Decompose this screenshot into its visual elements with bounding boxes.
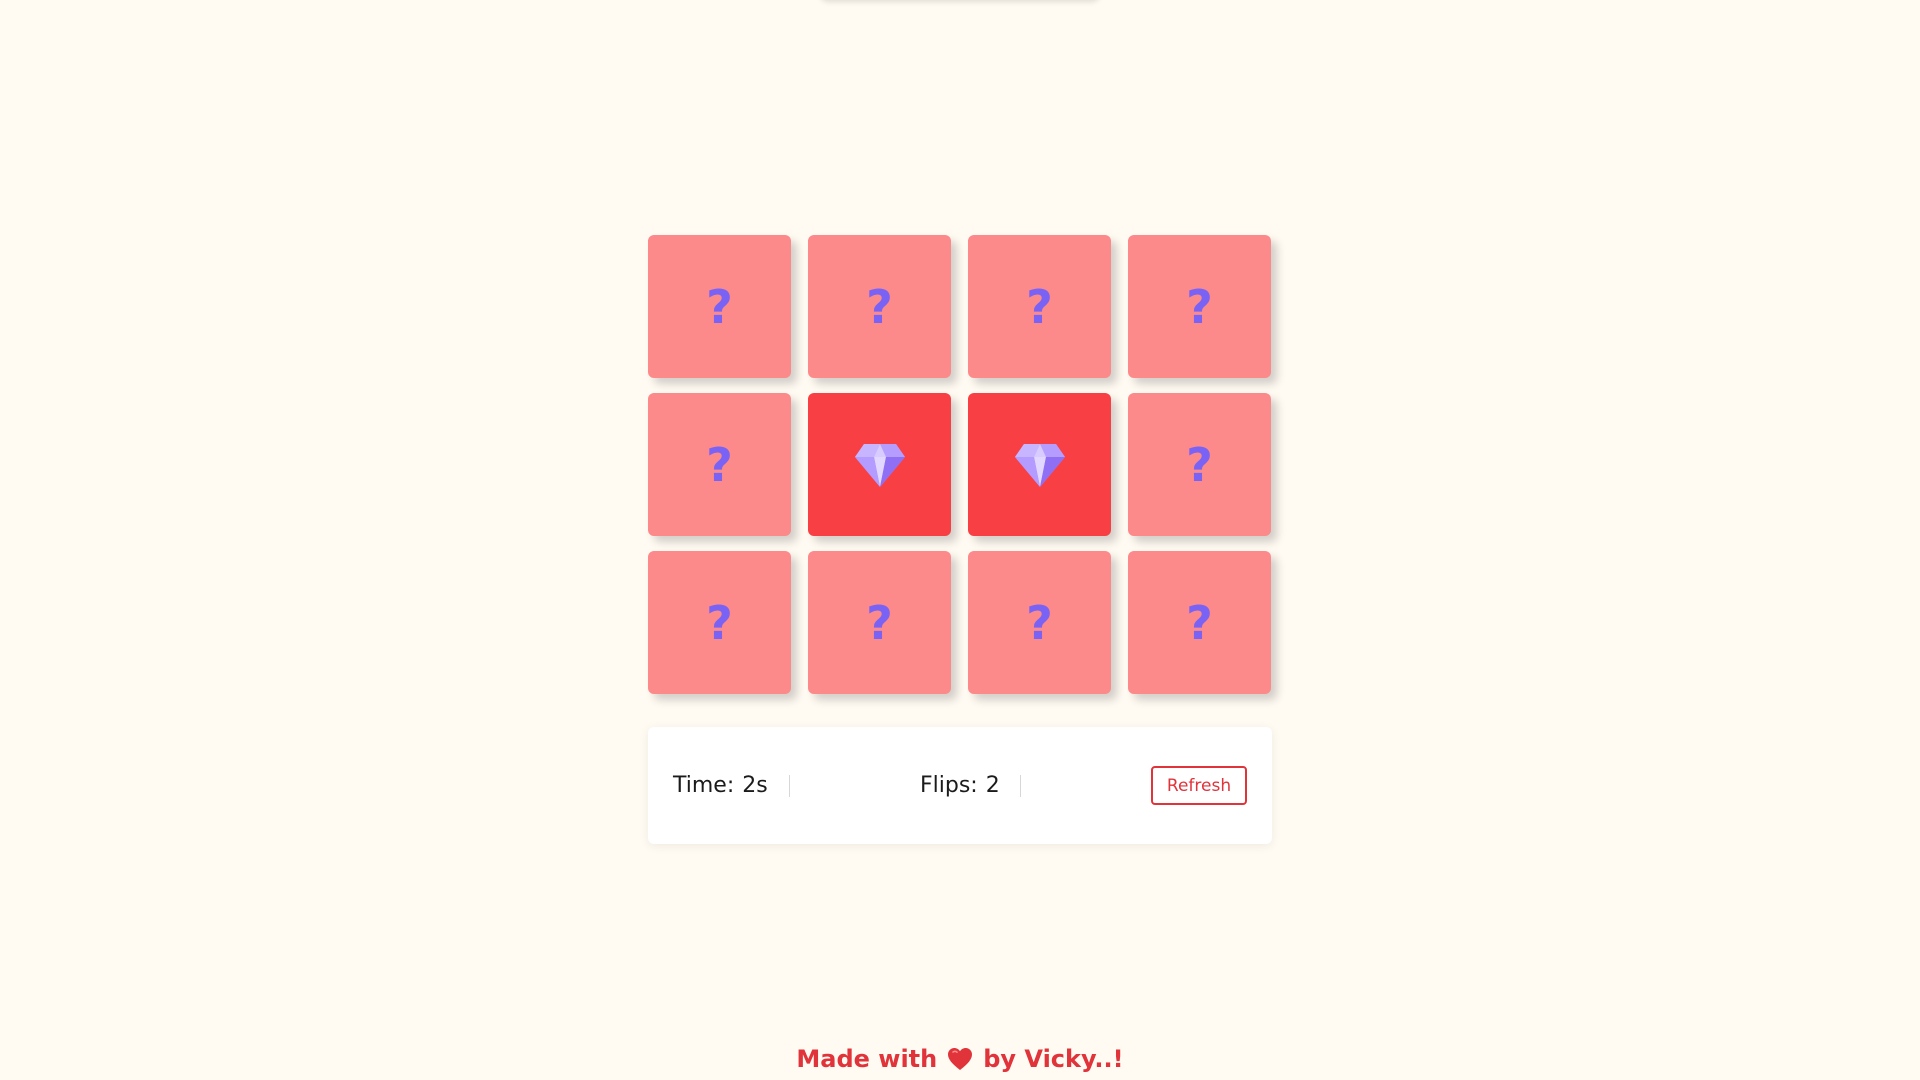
- card-hidden[interactable]: ?: [1128, 393, 1271, 536]
- footer-prefix: Made with: [796, 1045, 938, 1073]
- question-mark-icon: ?: [1026, 279, 1053, 334]
- card-hidden[interactable]: ?: [1128, 235, 1271, 378]
- refresh-button[interactable]: Refresh: [1151, 766, 1247, 805]
- question-mark-icon: ?: [1186, 595, 1213, 650]
- gem-icon: [854, 443, 905, 487]
- flips-stat: Flips: 2: [920, 727, 1000, 844]
- footer-suffix: by Vicky..!: [983, 1045, 1124, 1073]
- heart-icon: [948, 1048, 973, 1070]
- card-hidden[interactable]: ?: [968, 551, 1111, 694]
- flips-divider: [1020, 775, 1021, 797]
- question-mark-icon: ?: [706, 279, 733, 334]
- card-board: ??????????: [648, 235, 1272, 694]
- card-hidden[interactable]: ?: [808, 551, 951, 694]
- stats-panel: Time: 2s Flips: 2 Refresh: [648, 727, 1272, 844]
- card-hidden[interactable]: ?: [648, 393, 791, 536]
- question-mark-icon: ?: [866, 595, 893, 650]
- question-mark-icon: ?: [706, 595, 733, 650]
- time-value: 2s: [742, 773, 768, 798]
- card-hidden[interactable]: ?: [808, 235, 951, 378]
- card-hidden[interactable]: ?: [648, 235, 791, 378]
- card-hidden[interactable]: ?: [648, 551, 791, 694]
- time-divider: [789, 775, 790, 797]
- question-mark-icon: ?: [706, 437, 733, 492]
- game-page: ?????????? Time: 2s Flips: 2 Refresh Mad…: [0, 0, 1920, 1080]
- footer-credit: Made with by Vicky..!: [0, 1045, 1920, 1073]
- card-hidden[interactable]: ?: [968, 235, 1111, 378]
- time-label: Time:: [673, 773, 735, 798]
- time-stat: Time: 2s: [673, 727, 768, 844]
- question-mark-icon: ?: [1026, 595, 1053, 650]
- question-mark-icon: ?: [1186, 279, 1213, 334]
- card-hidden[interactable]: ?: [1128, 551, 1271, 694]
- gem-icon: [1014, 443, 1065, 487]
- card-flipped[interactable]: [808, 393, 951, 536]
- card-flipped[interactable]: [968, 393, 1111, 536]
- flips-value: 2: [985, 773, 1000, 798]
- question-mark-icon: ?: [866, 279, 893, 334]
- flips-label: Flips:: [920, 773, 978, 798]
- question-mark-icon: ?: [1186, 437, 1213, 492]
